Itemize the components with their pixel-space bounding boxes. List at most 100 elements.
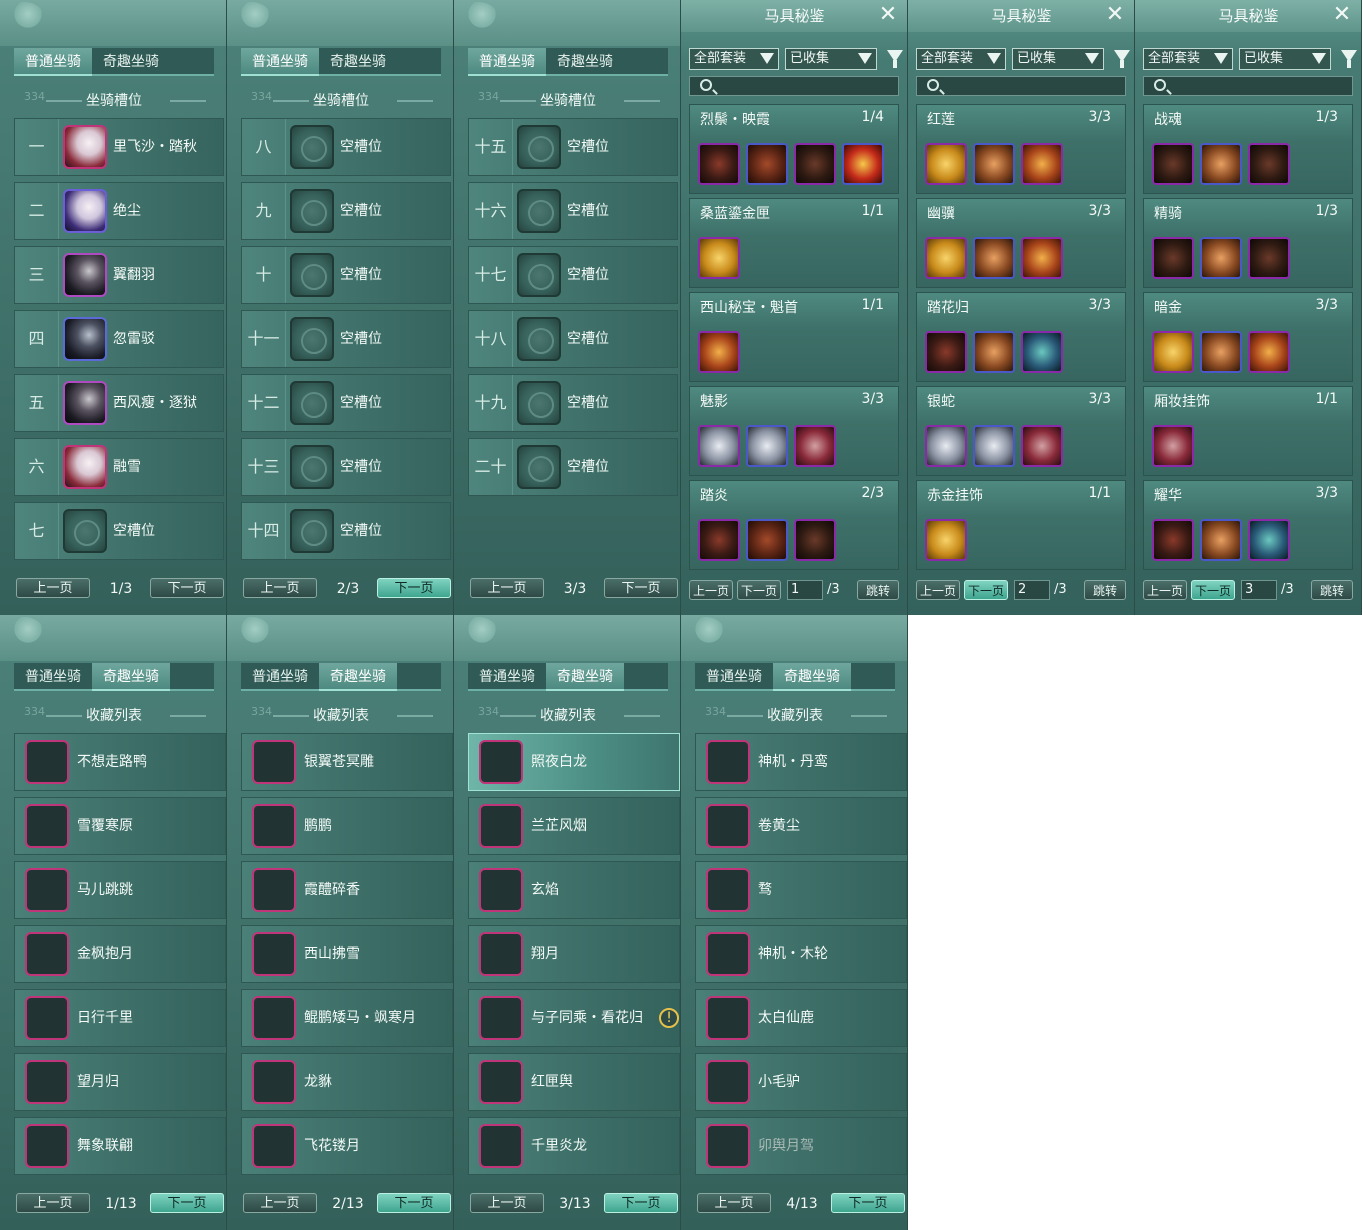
jump-button[interactable]: 跳转 <box>1084 580 1126 600</box>
equipment-set[interactable]: 幽骥 3/3 <box>916 198 1126 288</box>
collected-filter-dropdown[interactable]: 已收集 <box>1239 48 1331 70</box>
mount-slot[interactable]: 十六 空槽位 <box>468 182 678 240</box>
filter-icon[interactable] <box>1341 50 1357 68</box>
equipment-item-icon[interactable] <box>973 425 1015 467</box>
mount-slot[interactable]: 八 空槽位 <box>241 118 451 176</box>
tab-normal-mounts[interactable]: 普通坐骑 <box>468 48 546 76</box>
equipment-item-icon[interactable] <box>973 331 1015 373</box>
equipment-set[interactable]: 踏花归 3/3 <box>916 292 1126 382</box>
equipment-item-icon[interactable] <box>1200 237 1242 279</box>
collection-item[interactable]: 卯舆月驾 <box>695 1117 907 1175</box>
prev-page-button[interactable]: 上一页 <box>243 1193 317 1213</box>
equipment-item-icon[interactable] <box>1152 519 1194 561</box>
equipment-item-icon[interactable] <box>1152 425 1194 467</box>
tab-fun-mounts[interactable]: 奇趣坐骑 <box>319 663 397 691</box>
equipment-set[interactable]: 烈鬃・映霞 1/4 <box>689 104 899 194</box>
collection-item[interactable]: 神机・木轮 <box>695 925 907 983</box>
equipment-item-icon[interactable] <box>1152 143 1194 185</box>
equipment-item-icon[interactable] <box>973 143 1015 185</box>
collection-item[interactable]: 照夜白龙 <box>468 733 680 791</box>
equipment-item-icon[interactable] <box>1200 519 1242 561</box>
collection-item[interactable]: 日行千里 <box>14 989 226 1047</box>
set-type-dropdown[interactable]: 全部套装 <box>1143 48 1233 70</box>
equipment-set[interactable]: 西山秘宝・魁首 1/1 <box>689 292 899 382</box>
page-number-input[interactable]: 3 <box>1241 580 1277 600</box>
next-page-button[interactable]: 下一页 <box>377 578 451 598</box>
close-icon[interactable]: ✕ <box>1331 4 1353 26</box>
mount-slot[interactable]: 五 西风瘦・逐狱 <box>14 374 224 432</box>
collection-item[interactable]: 金枫抱月 <box>14 925 226 983</box>
prev-page-button[interactable]: 上一页 <box>1143 580 1187 600</box>
collection-item[interactable]: 银翼苍冥雕 <box>241 733 453 791</box>
collection-item[interactable]: 鹏鹏 <box>241 797 453 855</box>
equipment-item-icon[interactable] <box>1248 143 1290 185</box>
collection-item[interactable]: 舞象联翩 <box>14 1117 226 1175</box>
close-icon[interactable]: ✕ <box>1104 4 1126 26</box>
equipment-set[interactable]: 精骑 1/3 <box>1143 198 1353 288</box>
jump-button[interactable]: 跳转 <box>857 580 899 600</box>
mount-slot[interactable]: 十五 空槽位 <box>468 118 678 176</box>
mount-slot[interactable]: 十八 空槽位 <box>468 310 678 368</box>
mount-slot[interactable]: 十九 空槽位 <box>468 374 678 432</box>
tab-fun-mounts[interactable]: 奇趣坐骑 <box>319 48 397 76</box>
next-page-button[interactable]: 下一页 <box>737 580 781 600</box>
page-number-input[interactable]: 2 <box>1014 580 1050 600</box>
search-input[interactable] <box>689 76 899 96</box>
equipment-item-icon[interactable] <box>746 143 788 185</box>
mount-slot[interactable]: 六 融雪 <box>14 438 224 496</box>
prev-page-button[interactable]: 上一页 <box>916 580 960 600</box>
equipment-item-icon[interactable] <box>925 519 967 561</box>
equipment-item-icon[interactable] <box>1248 237 1290 279</box>
equipment-set[interactable]: 战魂 1/3 <box>1143 104 1353 194</box>
equipment-item-icon[interactable] <box>1248 519 1290 561</box>
equipment-item-icon[interactable] <box>973 237 1015 279</box>
set-type-dropdown[interactable]: 全部套装 <box>689 48 779 70</box>
equipment-item-icon[interactable] <box>698 143 740 185</box>
mount-slot[interactable]: 二十 空槽位 <box>468 438 678 496</box>
mount-slot[interactable]: 七 空槽位 <box>14 502 224 560</box>
tab-normal-mounts[interactable]: 普通坐骑 <box>14 48 92 76</box>
equipment-item-icon[interactable] <box>1152 331 1194 373</box>
equipment-item-icon[interactable] <box>925 237 967 279</box>
search-input[interactable] <box>1143 76 1353 96</box>
equipment-set[interactable]: 桑蓝鎏金匣 1/1 <box>689 198 899 288</box>
equipment-item-icon[interactable] <box>925 425 967 467</box>
tab-normal-mounts[interactable]: 普通坐骑 <box>695 663 773 691</box>
mount-slot[interactable]: 三 翼翻羽 <box>14 246 224 304</box>
collection-item[interactable]: 红匣舆 <box>468 1053 680 1111</box>
mount-slot[interactable]: 九 空槽位 <box>241 182 451 240</box>
collection-item[interactable]: 千里炎龙 <box>468 1117 680 1175</box>
equipment-set[interactable]: 暗金 3/3 <box>1143 292 1353 382</box>
tab-fun-mounts[interactable]: 奇趣坐骑 <box>546 663 624 691</box>
mount-slot[interactable]: 十二 空槽位 <box>241 374 451 432</box>
collection-item[interactable]: 与子同乘・看花归! <box>468 989 680 1047</box>
next-page-button[interactable]: 下一页 <box>1191 580 1235 600</box>
collection-item[interactable]: 骛 <box>695 861 907 919</box>
mount-slot[interactable]: 十七 空槽位 <box>468 246 678 304</box>
collection-item[interactable]: 卷黄尘 <box>695 797 907 855</box>
equipment-item-icon[interactable] <box>698 425 740 467</box>
mount-slot[interactable]: 一 里飞沙・踏秋 <box>14 118 224 176</box>
equipment-item-icon[interactable] <box>794 519 836 561</box>
equipment-set[interactable]: 踏炎 2/3 <box>689 480 899 570</box>
equipment-set[interactable]: 耀华 3/3 <box>1143 480 1353 570</box>
tab-fun-mounts[interactable]: 奇趣坐骑 <box>92 48 170 76</box>
collected-filter-dropdown[interactable]: 已收集 <box>1012 48 1104 70</box>
prev-page-button[interactable]: 上一页 <box>16 578 90 598</box>
mount-slot[interactable]: 二 绝尘 <box>14 182 224 240</box>
equipment-item-icon[interactable] <box>925 143 967 185</box>
tab-normal-mounts[interactable]: 普通坐骑 <box>241 663 319 691</box>
equipment-item-icon[interactable] <box>1248 331 1290 373</box>
next-page-button[interactable]: 下一页 <box>604 578 678 598</box>
next-page-button[interactable]: 下一页 <box>604 1193 678 1213</box>
collection-item[interactable]: 西山拂雪 <box>241 925 453 983</box>
collection-item[interactable]: 龙貅 <box>241 1053 453 1111</box>
tab-fun-mounts[interactable]: 奇趣坐骑 <box>546 48 624 76</box>
page-number-input[interactable]: 1 <box>787 580 823 600</box>
next-page-button[interactable]: 下一页 <box>831 1193 905 1213</box>
warning-icon[interactable]: ! <box>659 1008 679 1028</box>
collection-item[interactable]: 飞花镂月 <box>241 1117 453 1175</box>
equipment-item-icon[interactable] <box>794 425 836 467</box>
collection-item[interactable]: 翔月 <box>468 925 680 983</box>
tab-normal-mounts[interactable]: 普通坐骑 <box>468 663 546 691</box>
